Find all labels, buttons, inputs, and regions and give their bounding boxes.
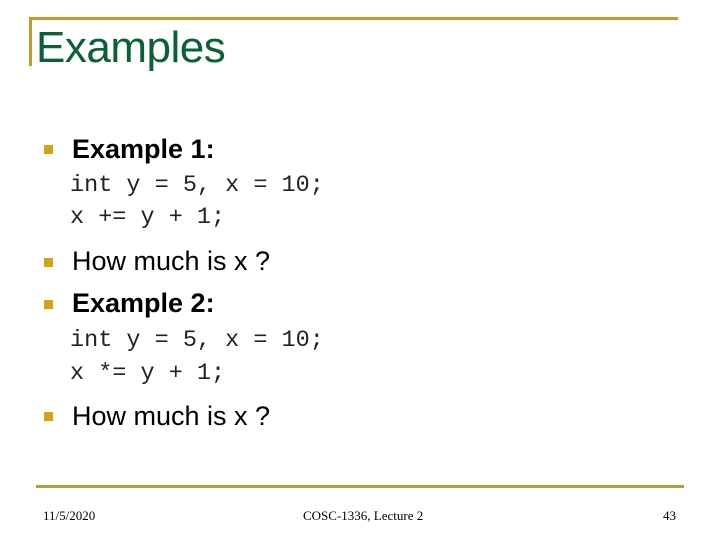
square-bullet-icon — [44, 145, 53, 154]
code-line: int y = 5, x = 10; — [70, 172, 324, 199]
example-1-heading: Example 1: — [72, 134, 215, 164]
question-2: How much is x ? — [72, 401, 271, 431]
title-left-rule — [29, 17, 32, 66]
title-top-rule — [29, 17, 678, 20]
code-line: x *= y + 1; — [70, 360, 226, 387]
slide: Examples Example 1: int y = 5, x = 10; x… — [0, 0, 720, 540]
footer-date: 11/5/2020 — [43, 508, 96, 523]
footer-rule — [36, 485, 684, 488]
code-line: x += y + 1; — [70, 204, 226, 231]
example-2-heading: Example 2: — [72, 288, 215, 318]
square-bullet-icon — [44, 300, 53, 309]
slide-title: Examples — [36, 23, 226, 72]
question-1: How much is x ? — [72, 246, 271, 276]
square-bullet-icon — [44, 258, 53, 267]
square-bullet-icon — [44, 412, 53, 421]
code-line: int y = 5, x = 10; — [70, 327, 324, 354]
page-number: 43 — [663, 508, 676, 523]
footer-course-label: COSC-1336, Lecture 2 — [303, 508, 424, 523]
